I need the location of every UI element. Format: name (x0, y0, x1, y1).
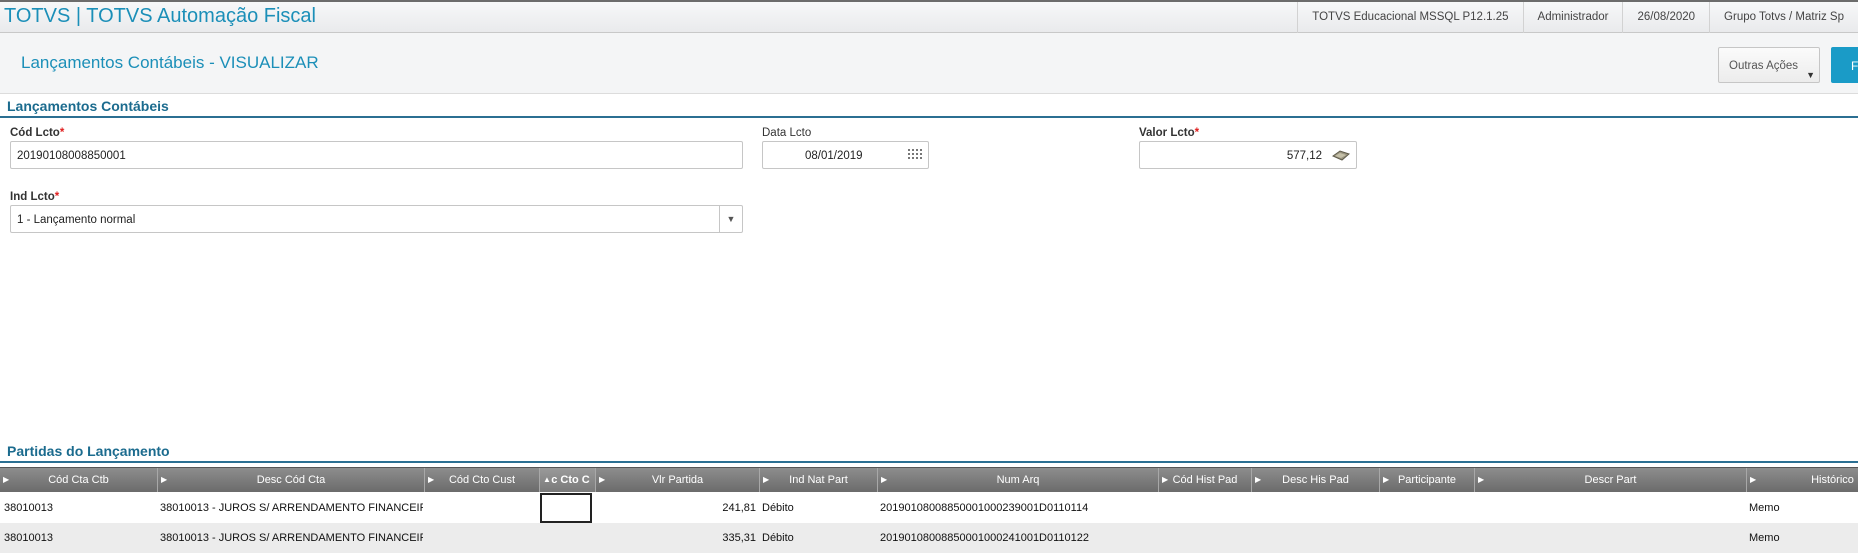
table-row[interactable]: 38010013 38010013 - JUROS S/ ARRENDAMENT… (0, 493, 1858, 523)
table-row[interactable]: 38010013 38010013 - JUROS S/ ARRENDAMENT… (0, 523, 1858, 553)
column-header-participante[interactable]: ▶ Participante (1380, 468, 1475, 492)
other-actions-label: Outras Ações (1729, 60, 1799, 72)
dropdown-arrow-icon[interactable]: ▼ (719, 206, 742, 232)
column-header-cod-cto[interactable]: ▶ Cód Cto Cust (425, 468, 540, 492)
column-menu-icon[interactable]: ▶ (3, 468, 9, 492)
ind-lcto-label: Ind Lcto* (10, 191, 60, 203)
cell-participante (1382, 493, 1473, 523)
cell-vlr-partida: 335,31 (722, 532, 756, 544)
column-menu-icon[interactable]: ▶ (428, 468, 434, 492)
column-header-cod-cta[interactable]: ▶ Cód Cta Ctb (0, 468, 158, 492)
column-header-vlr-partida[interactable]: ▶ Vlr Partida (596, 468, 760, 492)
cell-participante (1382, 523, 1473, 553)
system-info: TOTVS Educacional MSSQL P12.1.25 Adminis… (1297, 2, 1858, 33)
cell-cod-hist (1161, 523, 1250, 553)
column-header-desc-cto[interactable]: ▲ c Cto C (540, 468, 596, 492)
section-title-lancamentos: Lançamentos Contábeis (7, 98, 169, 114)
system-date: 26/08/2020 (1622, 2, 1709, 33)
system-name: TOTVS Educacional MSSQL P12.1.25 (1297, 2, 1522, 33)
column-menu-icon[interactable]: ▶ (1478, 468, 1484, 492)
cod-lcto-value: 20190108008850001 (17, 150, 126, 162)
valor-lcto-value: 577,12 (1286, 150, 1322, 162)
section-divider (0, 461, 1858, 463)
cell-num-arq: 20190108008850001000239001D0110114 (880, 502, 1089, 514)
column-header-desc-cta[interactable]: ▶ Desc Cód Cta (158, 468, 425, 492)
column-menu-icon[interactable]: ▶ (1255, 468, 1261, 492)
app-title: TOTVS | TOTVS Automação Fiscal (4, 5, 316, 27)
valor-lcto-label: Valor Lcto* (1139, 127, 1200, 139)
cod-lcto-label: Cód Lcto* (10, 127, 65, 139)
calendar-icon[interactable] (908, 149, 922, 161)
cell-descr-part (1477, 523, 1745, 553)
column-header-desc-hist[interactable]: ▶ Desc His Pad (1252, 468, 1380, 492)
column-menu-icon[interactable]: ▶ (1383, 468, 1389, 492)
cell-cod-cto (427, 523, 538, 553)
top-bar: TOTVS | TOTVS Automação Fiscal TOTVS Edu… (0, 0, 1858, 33)
sort-asc-icon[interactable]: ▲ (543, 468, 551, 492)
cell-vlr-partida: 241,81 (722, 502, 756, 514)
page-title: Lançamentos Contábeis - VISUALIZAR (21, 53, 319, 72)
cell-ind-nat: Débito (762, 532, 794, 544)
cell-historico: Memo (1749, 502, 1780, 514)
cell-cod-hist (1161, 493, 1250, 523)
column-header-descr-part[interactable]: ▶ Descr Part (1475, 468, 1747, 492)
grid-header: ▶ Cód Cta Ctb ▶ Desc Cód Cta ▶ Cód Cto Cust… (0, 467, 1858, 492)
valor-lcto-field[interactable]: 577,12 (1139, 141, 1357, 169)
cod-lcto-field[interactable]: 20190108008850001 (10, 141, 743, 169)
section-title-partidas: Partidas do Lançamento (7, 443, 170, 459)
chevron-down-icon: ▼ (1806, 70, 1815, 80)
column-menu-icon[interactable]: ▶ (1162, 468, 1168, 492)
cell-cod-cta: 38010013 (4, 502, 53, 514)
cell-desc-cta: 38010013 - JUROS S/ ARRENDAMENTO FINANCE… (160, 532, 423, 544)
money-icon (1332, 150, 1350, 161)
column-header-ind-nat[interactable]: ▶ Ind Nat Part (760, 468, 878, 492)
page-header: Lançamentos Contábeis - VISUALIZAR Outra… (0, 33, 1858, 94)
other-actions-button[interactable]: Outras Ações ▼ (1718, 47, 1820, 83)
column-header-num-arq[interactable]: ▶ Num Arq (878, 468, 1159, 492)
cell-historico: Memo (1749, 532, 1780, 544)
close-button[interactable]: Fe (1831, 47, 1858, 83)
ind-lcto-value: 1 - Lançamento normal (17, 214, 136, 226)
cell-ind-nat: Débito (762, 502, 794, 514)
cell-num-arq: 20190108008850001000241001D0110122 (880, 532, 1090, 544)
cell-descr-part (1477, 493, 1745, 523)
ind-lcto-select[interactable]: 1 - Lançamento normal ▼ (10, 205, 743, 233)
column-menu-icon[interactable]: ▶ (763, 468, 769, 492)
cell-desc-cta: 38010013 - JUROS S/ ARRENDAMENTO FINANCE… (160, 502, 423, 514)
data-lcto-field[interactable]: 08/01/2019 (762, 141, 929, 169)
user-name[interactable]: Administrador (1522, 2, 1623, 33)
cell-desc-cto-focused[interactable] (540, 493, 592, 523)
column-header-historico[interactable]: ▶ Histórico (1747, 468, 1858, 492)
cell-cod-cto (427, 493, 538, 523)
column-menu-icon[interactable]: ▶ (881, 468, 887, 492)
cell-desc-cto (542, 523, 592, 553)
cell-desc-hist (1254, 523, 1378, 553)
cell-desc-hist (1254, 493, 1378, 523)
column-menu-icon[interactable]: ▶ (161, 468, 167, 492)
data-lcto-value: 08/01/2019 (805, 150, 863, 162)
column-header-cod-hist[interactable]: ▶ Cód Hist Pad (1159, 468, 1252, 492)
column-menu-icon[interactable]: ▶ (1750, 468, 1756, 492)
section-divider (0, 116, 1858, 118)
company-name[interactable]: Grupo Totvs / Matriz Sp (1709, 2, 1858, 33)
data-lcto-label: Data Lcto (762, 127, 812, 139)
cell-cod-cta: 38010013 (4, 532, 53, 544)
close-button-label: Fe (1851, 59, 1858, 73)
column-menu-icon[interactable]: ▶ (599, 468, 605, 492)
